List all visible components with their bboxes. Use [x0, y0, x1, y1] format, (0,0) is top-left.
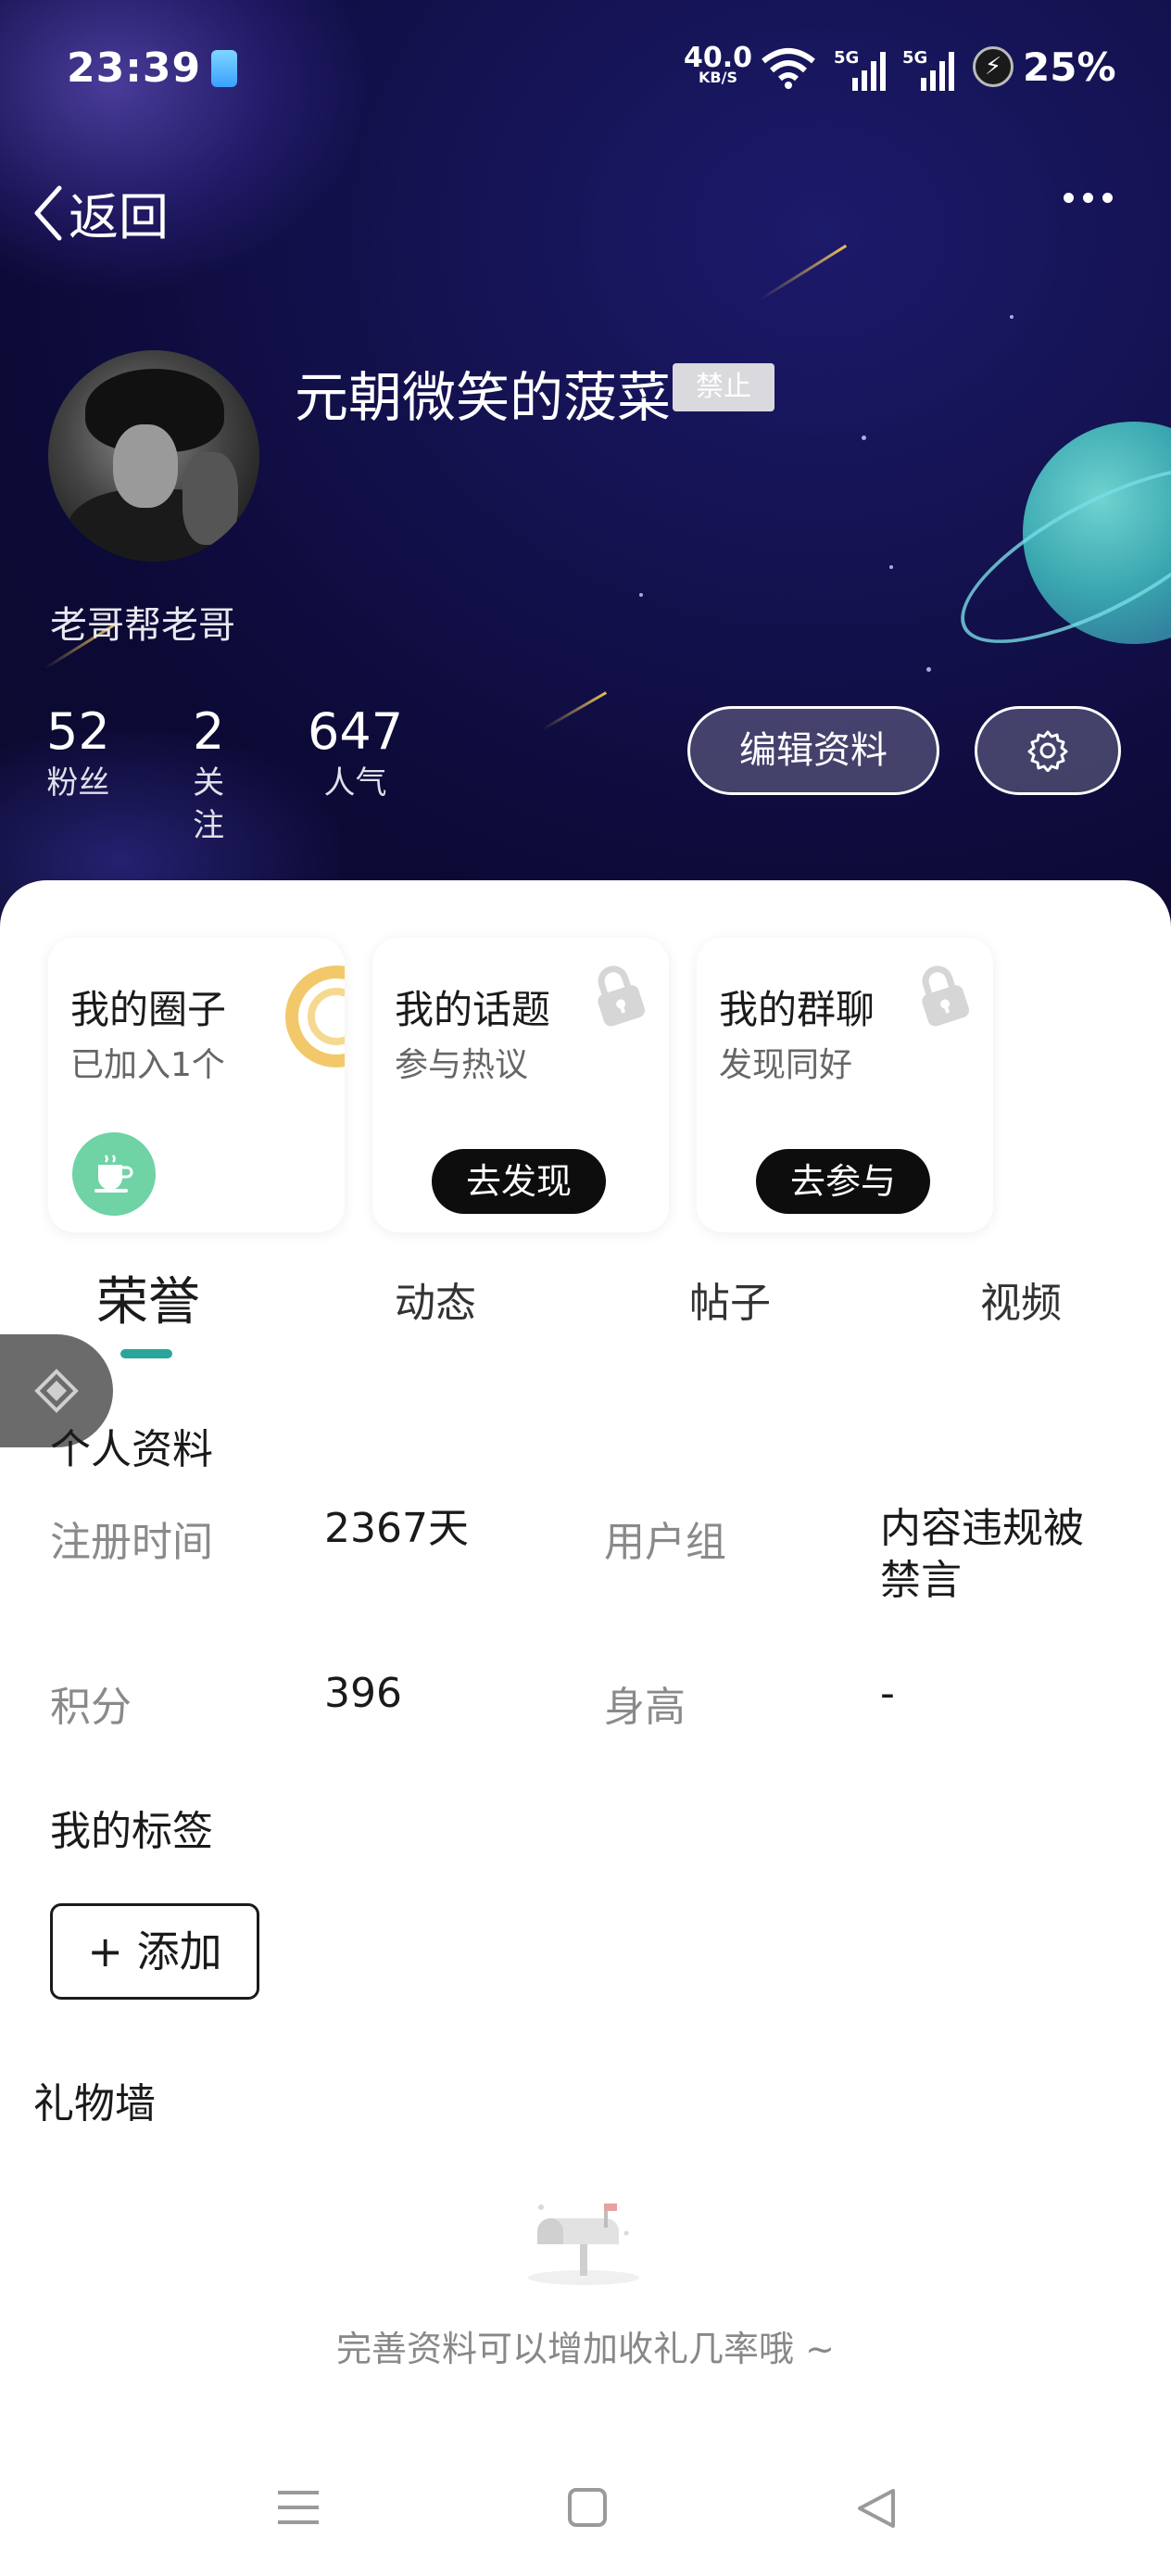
svg-text:5G: 5G — [902, 48, 927, 68]
profile-header: 23:39 40.0 KB/S 5G 5G ⚡ 25% 返回 元朝微笑的菠菜 禁… — [0, 0, 1171, 927]
star-decoration — [889, 565, 893, 569]
stat-value: 647 — [308, 702, 404, 761]
back-button[interactable]: 返回 — [31, 176, 169, 249]
avatar[interactable] — [48, 350, 259, 562]
points-label: 积分 — [50, 1684, 132, 1731]
profile-tabs: 荣誉 动态 帖子 视频 — [0, 1260, 1171, 1344]
card-my-circles[interactable]: 我的圈子 已加入1个 — [48, 938, 345, 1232]
meteor-decoration — [759, 244, 848, 301]
menu-icon[interactable] — [278, 2489, 319, 2526]
stat-label: 人气 — [323, 764, 387, 802]
stat-followers[interactable]: 52 粉丝 — [46, 702, 110, 804]
tab-posts[interactable]: 帖子 — [689, 1269, 771, 1329]
coffee-cup-icon — [72, 1132, 156, 1216]
card-title: 我的圈子 — [70, 987, 227, 1032]
ban-status-badge: 禁止 — [673, 363, 774, 411]
reg-time-value: 2367天 — [324, 1505, 469, 1552]
stat-label: 关注 — [193, 764, 225, 844]
join-button[interactable]: 去参与 — [756, 1149, 930, 1214]
points-value: 396 — [324, 1670, 402, 1717]
card-title: 我的群聊 — [719, 987, 875, 1032]
lock-icon — [598, 966, 646, 1027]
stat-label: 粉丝 — [46, 764, 110, 802]
cellular-signal-icon: 5G — [902, 48, 954, 91]
user-group-value-line: 内容违规被 — [880, 1505, 1084, 1552]
home-icon[interactable] — [567, 2487, 608, 2528]
user-group-label: 用户组 — [604, 1519, 726, 1566]
nav-back-icon[interactable] — [856, 2487, 897, 2530]
stat-popularity[interactable]: 647 人气 — [308, 702, 403, 804]
user-group-value-line: 禁言 — [880, 1557, 962, 1604]
empty-mailbox-icon — [528, 2203, 639, 2285]
cellular-signal-icon: 5G — [834, 48, 886, 91]
diamond-icon — [34, 1369, 79, 1413]
star-decoration — [862, 436, 866, 440]
system-nav-bar — [0, 2446, 1171, 2576]
battery-level: 25% — [1023, 44, 1116, 90]
more-options-icon[interactable] — [1064, 193, 1113, 203]
stat-value: 2 — [193, 702, 225, 761]
user-signature: 老哥帮老哥 — [50, 604, 235, 647]
edit-profile-button[interactable]: 编辑资料 — [687, 706, 939, 795]
card-subtitle: 参与热议 — [395, 1046, 529, 1084]
gear-icon — [1027, 730, 1068, 772]
back-arrow-icon — [34, 185, 62, 240]
card-subtitle: 发现同好 — [719, 1046, 853, 1084]
card-title: 我的话题 — [395, 987, 551, 1032]
network-speed: 40.0 KB/S — [684, 44, 752, 85]
app-notification-icon — [211, 50, 237, 87]
svg-text:5G: 5G — [834, 48, 859, 68]
content-sheet: 我的圈子 已加入1个 我的话题 参与热议 去发现 我的群聊 发现同好 去参与 荣… — [0, 880, 1171, 2576]
star-decoration — [639, 593, 643, 597]
height-value: - — [880, 1670, 895, 1717]
lock-icon — [922, 966, 970, 1027]
card-subtitle: 已加入1个 — [70, 1046, 225, 1084]
battery-charging-icon: ⚡ — [973, 46, 1014, 87]
username: 元朝微笑的菠菜 — [295, 366, 672, 429]
height-label: 身高 — [604, 1684, 686, 1731]
add-tag-button[interactable]: + 添加 — [50, 1903, 259, 2000]
stat-value: 52 — [46, 702, 110, 761]
status-time: 23:39 — [67, 44, 202, 92]
reg-time-label: 注册时间 — [50, 1519, 213, 1566]
section-title-tags: 我的标签 — [50, 1808, 213, 1855]
tab-videos[interactable]: 视频 — [980, 1269, 1062, 1329]
star-decoration — [926, 667, 931, 672]
discover-button[interactable]: 去发现 — [432, 1149, 606, 1214]
tab-activity[interactable]: 动态 — [395, 1269, 476, 1329]
status-bar: 23:39 40.0 KB/S 5G 5G ⚡ 25% — [0, 0, 1171, 139]
settings-button[interactable] — [975, 706, 1121, 795]
gift-wall-empty-text: 完善资料可以增加收礼几率哦 ~ — [336, 2329, 835, 2369]
active-tab-indicator — [120, 1349, 172, 1358]
back-label: 返回 — [69, 188, 169, 246]
user-group-value: 内容违规被 禁言 — [880, 1503, 1084, 1607]
star-decoration — [1010, 315, 1014, 319]
meteor-decoration — [541, 691, 608, 731]
section-title-profile: 个人资料 — [50, 1426, 213, 1473]
wifi-icon — [762, 48, 815, 89]
card-my-group-chats[interactable]: 我的群聊 发现同好 去参与 — [697, 938, 993, 1232]
tab-honors[interactable]: 荣誉 — [96, 1260, 200, 1335]
card-my-topics[interactable]: 我的话题 参与热议 去发现 — [372, 938, 669, 1232]
section-title-gift-wall: 礼物墙 — [33, 2080, 156, 2128]
stat-following[interactable]: 2 关注 — [193, 702, 224, 847]
